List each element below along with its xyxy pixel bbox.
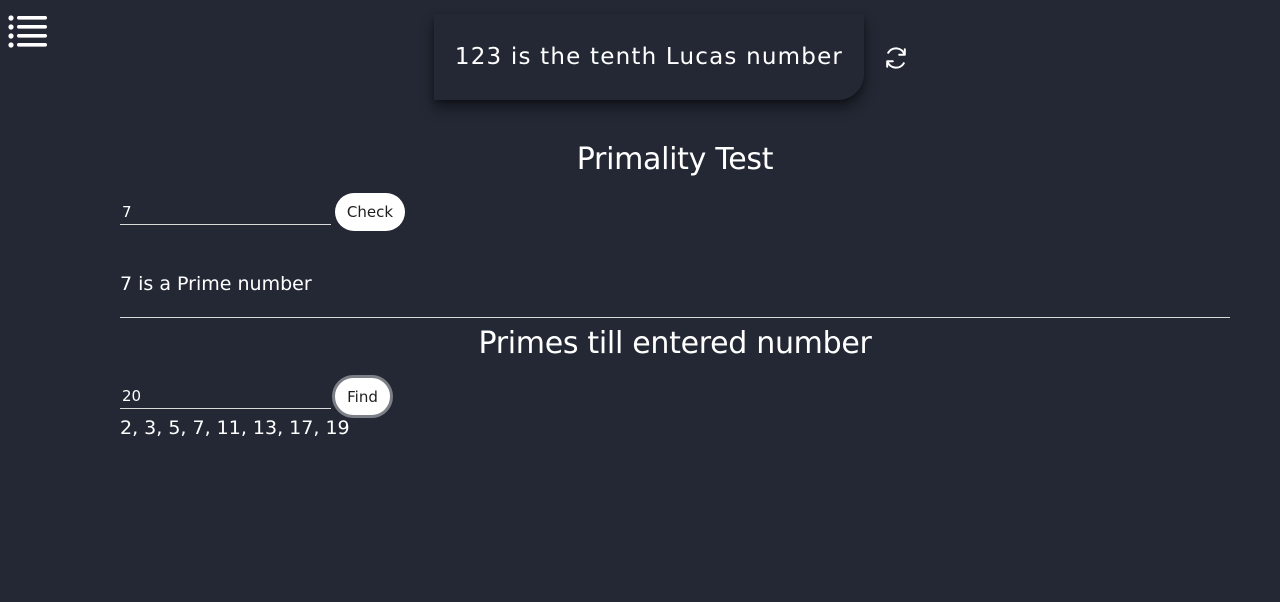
section-divider (120, 317, 1230, 318)
check-button[interactable]: Check (335, 193, 405, 231)
fact-card: 123 is the tenth Lucas number (434, 14, 864, 100)
primes-limit-input[interactable] (120, 383, 331, 409)
primes-till-number-title: Primes till entered number (478, 326, 872, 361)
number-fact-text: 123 is the tenth Lucas number (454, 44, 844, 70)
primality-test-title: Primality Test (576, 142, 774, 177)
primality-number-input[interactable] (120, 199, 331, 225)
list-menu-icon[interactable] (6, 14, 50, 50)
primality-result-text: 7 is a Prime number (120, 273, 312, 295)
primes-result-list: 2, 3, 5, 7, 11, 13, 17, 19 (120, 417, 350, 439)
find-button[interactable]: Find (332, 375, 393, 418)
refresh-icon[interactable] (883, 45, 909, 71)
page: 123 is the tenth Lucas number Primality … (0, 0, 1280, 602)
